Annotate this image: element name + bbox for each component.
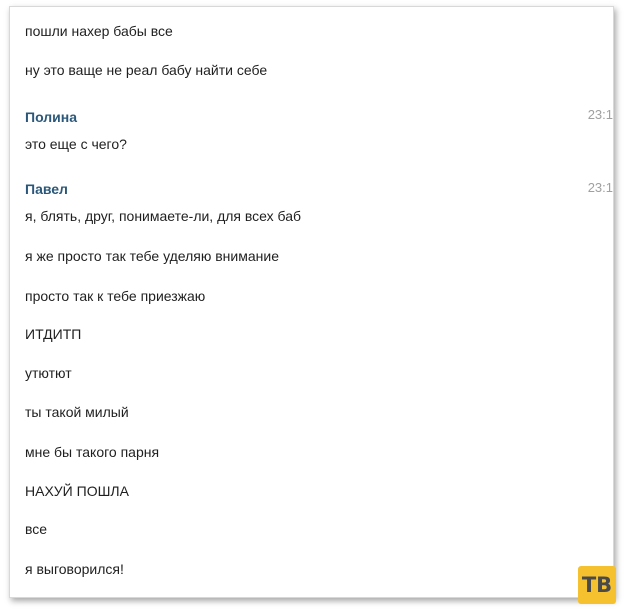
message-text: утютют [25,365,72,381]
message-text: просто так к тебе приезжаю [25,288,206,304]
message-text: я выговорился! [25,561,124,577]
message-text: все [25,521,48,537]
author-name-pavel[interactable]: Павел [25,180,68,198]
message-text: пошли нахер бабы все [25,23,173,39]
author-name-polina[interactable]: Полина [25,108,77,126]
message-text: я, блять, друг, понимаете-ли, для всех б… [25,208,302,224]
message-text: я же просто так тебе уделяю внимание [25,248,279,264]
message-text: мне бы такого парня [25,444,160,460]
message-text: ты такой милый [25,404,129,420]
message-time: 23:1 [587,107,613,122]
chat-window: пошли нахер бабы все ну это ваще не реал… [9,6,614,598]
watermark-logo: ТВ [578,566,616,604]
message-text: ИТДИТП [25,326,82,342]
message-time: 23:1 [587,180,613,195]
message-text: это еще с чего? [25,136,127,152]
message-text: ну это ваще не реал бабу найти себе [25,62,268,78]
message-text: НАХУЙ ПОШЛА [25,483,129,499]
